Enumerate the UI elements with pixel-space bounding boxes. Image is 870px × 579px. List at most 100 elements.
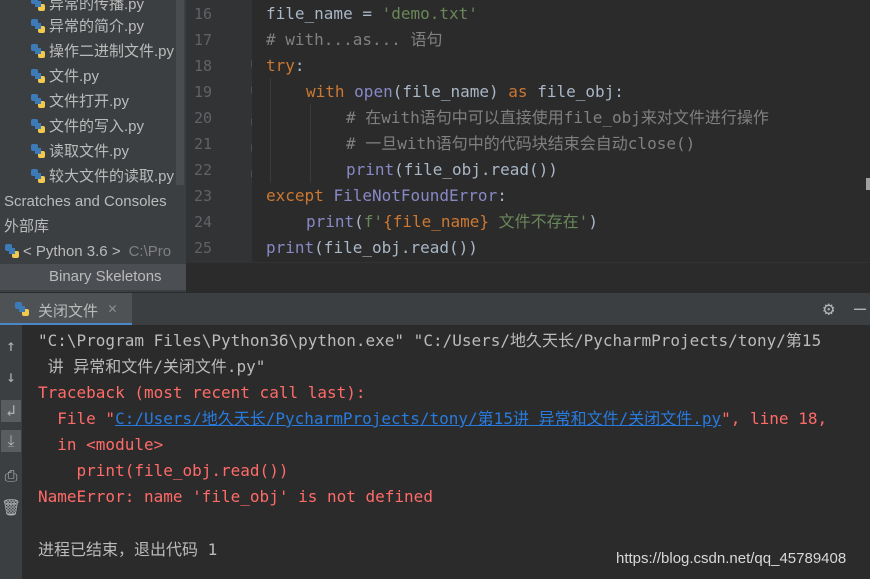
code-comment: # 一旦with语句中的代码块结束会自动close()	[346, 134, 696, 153]
tab-label: 关闭文件	[38, 303, 99, 320]
project-scrollbar[interactable]	[176, 0, 184, 185]
line-number: 23	[194, 187, 213, 205]
process-exit-line: 进程已结束，退出代码 1	[38, 540, 218, 559]
traceback-header: Traceback (most recent call last):	[38, 383, 366, 402]
code-rest: file_obj:	[527, 82, 624, 101]
code-punct: (	[354, 212, 364, 231]
minimize-icon[interactable]: –	[854, 296, 866, 320]
console-command-line: "C:\Program Files\Python36\python.exe" "…	[38, 331, 822, 350]
code-string: 'demo.txt'	[381, 4, 478, 23]
python-file-icon	[31, 44, 45, 58]
code-keyword: with	[306, 82, 345, 101]
code-line: except FileNotFoundError:	[266, 183, 507, 209]
print-icon[interactable]: ⎙	[1, 465, 21, 487]
code-line: print(f'{file_name} 文件不存在')	[306, 209, 598, 235]
code-punct: :	[497, 186, 507, 205]
code-variable: file_name	[266, 4, 353, 23]
tree-item-label: Scratches and Consoles	[4, 193, 167, 210]
console-command-line: 讲 异常和文件/关闭文件.py"	[38, 357, 266, 376]
python-file-icon	[31, 119, 45, 133]
tree-file-item[interactable]: 文件打开.py	[30, 89, 129, 114]
code-keyword: try	[266, 56, 295, 75]
python-file-icon	[31, 94, 45, 108]
code-builtin: open	[354, 82, 393, 101]
python-file-icon	[31, 169, 45, 183]
code-builtin: print	[346, 160, 395, 179]
arrow-down-icon[interactable]: ↓	[1, 366, 21, 388]
code-operator: =	[352, 4, 382, 23]
tree-file-item[interactable]: 较大文件的读取.py	[30, 164, 174, 189]
tab-run-close-file[interactable]: 关闭文件 ✕	[0, 293, 132, 326]
code-line: try:	[266, 53, 305, 79]
code-line: file_name = 'demo.txt'	[266, 1, 478, 27]
run-console[interactable]: "C:\Program Files\Python36\python.exe" "…	[22, 325, 870, 579]
soft-wrap-icon[interactable]: ↲	[1, 400, 21, 422]
code-line: print(file_obj.read())	[266, 235, 478, 261]
trash-icon[interactable]: 🗑	[1, 497, 21, 519]
tree-item-label: < Python 3.6 >	[23, 243, 121, 260]
traceback-file-prefix: File "	[38, 409, 116, 428]
editor-scroll-marker[interactable]	[866, 178, 870, 190]
line-number: 25	[194, 239, 213, 257]
arrow-up-icon[interactable]: ↑	[1, 335, 21, 357]
traceback-file-suffix: ", line 18,	[721, 409, 828, 428]
tree-file-label: 异常的简介.py	[49, 18, 145, 35]
run-panel-header: 关闭文件 ✕ ⚙ –	[0, 292, 870, 326]
project-tool-window: 异常的传播.py 异常的简介.py 操作二进制文件.py 文件.py 文件打开.…	[0, 0, 186, 292]
tree-file-label: 文件打开.py	[49, 93, 130, 110]
code-string: f'	[363, 212, 384, 231]
tree-item-python-sdk[interactable]: < Python 3.6 > C:\Pro	[4, 239, 171, 264]
traceback-file-link[interactable]: C:/Users/地久天长/PycharmProjects/tony/第15讲 …	[115, 409, 721, 428]
traceback-file-line: File "C:/Users/地久天长/PycharmProjects/tony…	[38, 406, 827, 432]
code-keyword: as	[508, 82, 528, 101]
python-file-icon	[31, 144, 45, 158]
indent-guide	[270, 78, 271, 183]
line-number: 19	[194, 83, 213, 101]
python-run-icon	[15, 302, 29, 316]
scroll-to-end-icon[interactable]: ⤓	[1, 430, 21, 452]
editor-gutter[interactable]: 16 17 18 19 20 21 22 23 24 25	[186, 0, 261, 262]
tree-item-binary-skeletons[interactable]: › Binary Skeletons	[0, 264, 186, 290]
code-line: with open(file_name) as file_obj:	[306, 79, 624, 105]
tree-file-item[interactable]: 操作二进制文件.py	[30, 39, 174, 64]
tree-file-item[interactable]: 读取文件.py	[30, 139, 129, 164]
tree-file-label: 异常的传播.py	[49, 0, 145, 13]
code-comment: # with...as... 语句	[266, 30, 443, 49]
line-number: 17	[194, 31, 213, 49]
code-builtin: FileNotFoundError	[333, 186, 498, 205]
tree-item-label: 外部库	[4, 218, 50, 235]
code-punct: :	[294, 56, 305, 75]
indent-guide	[310, 104, 311, 183]
python-file-icon	[31, 0, 45, 11]
tree-file-label: 文件.py	[49, 68, 100, 85]
code-editor[interactable]: file_name = 'demo.txt' # with...as... 语句…	[252, 0, 870, 262]
code-comment: # 在with语句中可以直接使用file_obj来对文件进行操作	[346, 108, 769, 127]
editor-bottom-strip	[186, 262, 870, 293]
code-line: print(file_obj.read())	[346, 157, 558, 183]
tree-file-item[interactable]: 文件.py	[30, 64, 99, 89]
close-icon[interactable]: ✕	[108, 299, 117, 317]
watermark: https://blog.csdn.net/qq_45789408	[616, 550, 847, 567]
gear-icon[interactable]: ⚙	[823, 298, 834, 320]
code-punct: )	[588, 212, 598, 231]
traceback-code-line: print(file_obj.read())	[38, 461, 289, 480]
tree-file-item[interactable]: 文件的写入.py	[30, 114, 144, 139]
tree-file-label: 文件的写入.py	[49, 118, 145, 135]
code-builtin: print	[266, 238, 315, 257]
tree-item-label: Binary Skeletons	[49, 268, 162, 285]
line-number: 24	[194, 213, 213, 231]
code-fexpr: {file_name}	[383, 212, 490, 231]
tree-file-item[interactable]: 异常的简介.py	[30, 14, 144, 39]
code-args: (file_name)	[392, 82, 509, 101]
tree-file-label: 较大文件的读取.py	[49, 168, 175, 185]
tree-file-label: 读取文件.py	[49, 143, 130, 160]
line-number: 20	[194, 109, 213, 127]
run-toolbar: ↑ ↓ ↲ ⤓ ⎙ 🗑	[0, 325, 22, 579]
python-file-icon	[31, 19, 45, 33]
tree-item-scratches[interactable]: Scratches and Consoles	[4, 189, 167, 214]
tree-item-external-libraries[interactable]: 外部库	[4, 214, 49, 239]
code-keyword: except	[266, 186, 324, 205]
line-number: 18	[194, 57, 213, 75]
code-rest: (file_obj.read())	[394, 160, 558, 179]
line-number: 21	[194, 135, 213, 153]
